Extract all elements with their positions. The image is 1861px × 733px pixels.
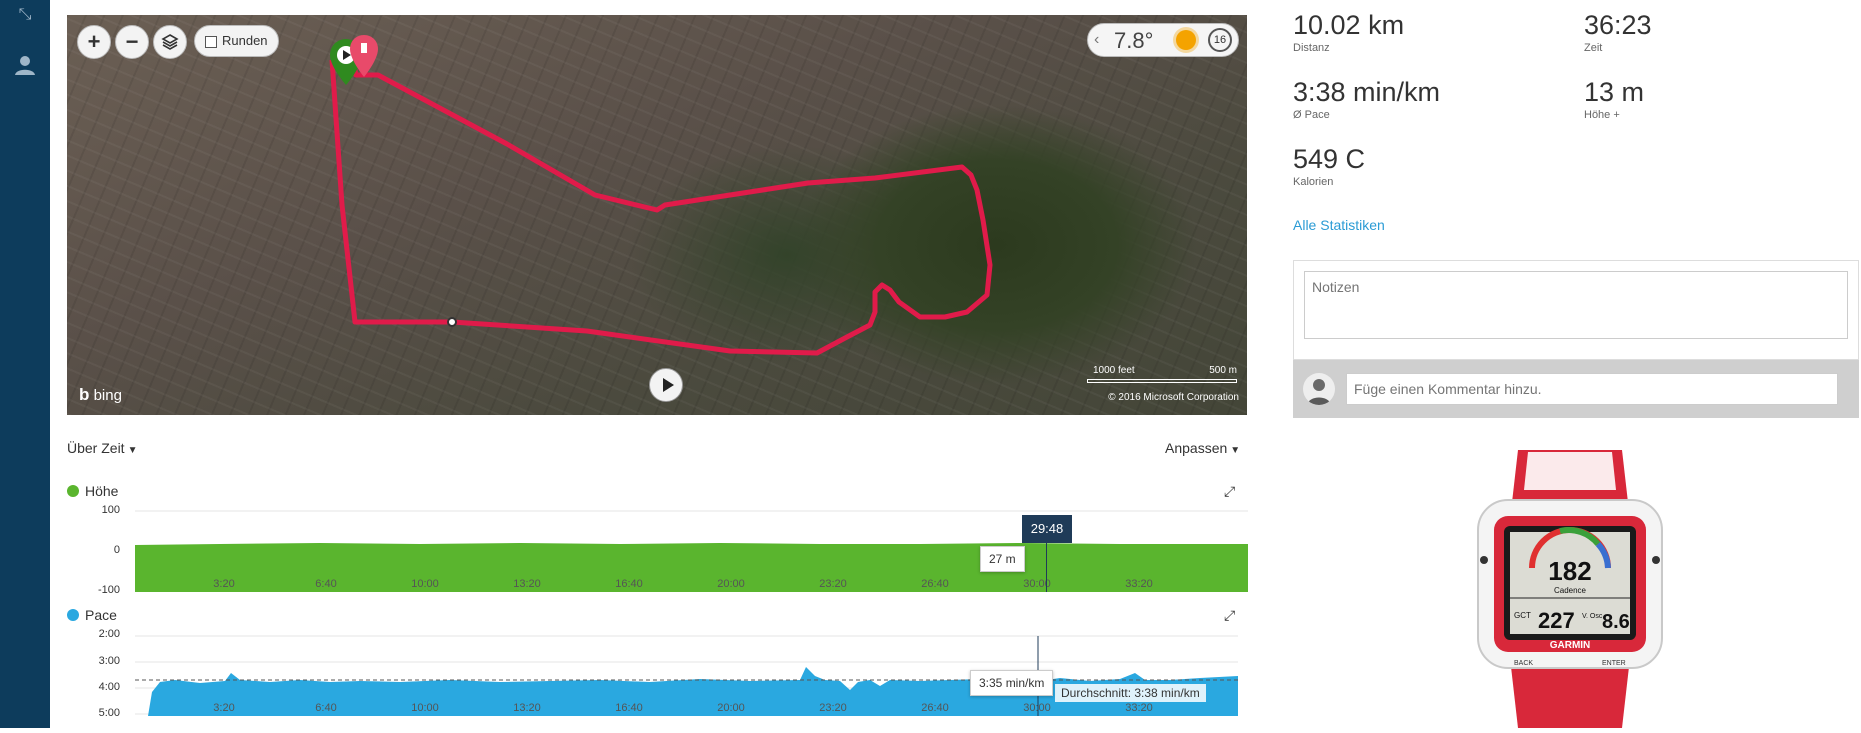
pace-xtick: 3:20 [213,702,235,714]
pace-tooltip: 3:35 min/km [970,670,1054,696]
pace-xtick: 26:40 [921,702,949,714]
device-image: 182 Cadence GCT 227 V. Osc 8.6 GARMIN BA… [1470,450,1670,728]
pace-xtick: 30:00 [1023,702,1051,714]
watch-brand: GARMIN [1550,640,1591,651]
pace-xtick: 23:20 [819,702,847,714]
stat-distance: 10.02 km Distanz [1293,10,1405,54]
avatar [1303,373,1335,405]
watch-vosc: 8.6 [1602,611,1630,633]
pace-xtick: 6:40 [315,702,337,714]
notes-field[interactable] [1304,271,1848,339]
pace-average-label: Durchschnitt: 3:38 min/km [1055,684,1206,702]
comment-bar [1293,360,1859,418]
svg-text:GCT: GCT [1514,611,1531,620]
stat-elevation-gain: 13 m Höhe + [1584,77,1645,121]
stat-time: 36:23 Zeit [1584,10,1652,54]
stat-calories: 549 C Kalorien [1293,144,1366,188]
stat-avg-pace: 3:38 min/km Ø Pace [1293,77,1441,121]
comment-input[interactable] [1346,373,1838,405]
watch-cadence-label: Cadence [1554,586,1587,595]
notes-panel [1293,260,1859,360]
pace-xtick: 10:00 [411,702,439,714]
pace-xtick: 33:20 [1125,702,1153,714]
watch-gct: 227 [1538,608,1575,633]
pace-xtick: 16:40 [615,702,643,714]
all-stats-link[interactable]: Alle Statistiken [1293,217,1385,233]
pace-xtick: 20:00 [717,702,745,714]
svg-text:ENTER: ENTER [1602,660,1626,667]
pace-xtick: 13:20 [513,702,541,714]
watch-cadence: 182 [1548,556,1591,586]
svg-text:BACK: BACK [1514,660,1533,667]
svg-text:V. Osc: V. Osc [1582,613,1603,620]
